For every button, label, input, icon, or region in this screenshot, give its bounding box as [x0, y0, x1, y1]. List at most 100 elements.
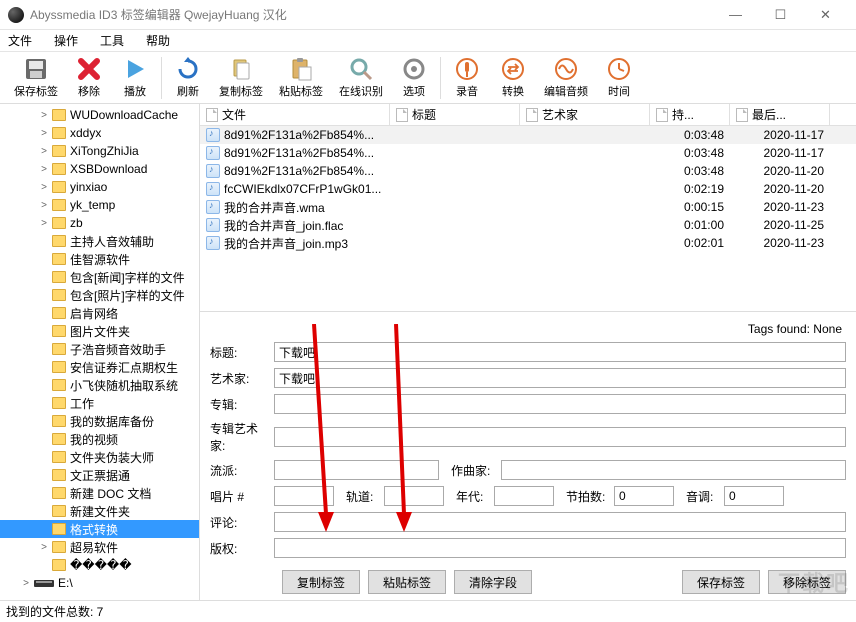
- tree-node[interactable]: 新建文件夹: [0, 502, 199, 520]
- tree-node[interactable]: �����: [0, 556, 199, 574]
- input-album[interactable]: [274, 394, 846, 414]
- folder-icon: [52, 199, 66, 211]
- expand-icon[interactable]: >: [20, 578, 32, 589]
- col-title[interactable]: 标题: [390, 104, 520, 125]
- clear-fields-button[interactable]: 清除字段: [454, 570, 532, 594]
- table-row[interactable]: 8d91%2F131a%2Fb854%...0:03:482020-11-17: [200, 144, 856, 162]
- table-row[interactable]: 8d91%2F131a%2Fb854%...0:03:482020-11-17: [200, 126, 856, 144]
- toolbar-paste[interactable]: 粘贴标签: [271, 54, 331, 101]
- menu-help[interactable]: 帮助: [146, 32, 170, 49]
- table-row[interactable]: 我的合并声音.wma0:00:152020-11-23: [200, 198, 856, 216]
- remove-tags-button[interactable]: 移除标签: [768, 570, 846, 594]
- input-disc[interactable]: [274, 486, 334, 506]
- toolbar-copy[interactable]: 复制标签: [211, 54, 271, 101]
- tree-node[interactable]: >XSBDownload: [0, 160, 199, 178]
- cell-modified: 2020-11-17: [730, 128, 830, 142]
- tree-node[interactable]: 我的视频: [0, 430, 199, 448]
- tree-node[interactable]: 图片文件夹: [0, 322, 199, 340]
- tree-node[interactable]: 包含[照片]字样的文件: [0, 286, 199, 304]
- input-key[interactable]: [724, 486, 784, 506]
- table-row[interactable]: 我的合并声音_join.flac0:01:002020-11-25: [200, 216, 856, 234]
- paste-tags-button[interactable]: 粘贴标签: [368, 570, 446, 594]
- input-genre[interactable]: [274, 460, 439, 480]
- input-track[interactable]: [384, 486, 444, 506]
- folder-icon: [52, 469, 66, 481]
- tree-node[interactable]: 文正票据通: [0, 466, 199, 484]
- file-grid: 文件 标题 艺术家 持... 最后... 8d91%2F131a%2Fb854%…: [200, 104, 856, 312]
- toolbar-time[interactable]: 时间: [596, 54, 642, 101]
- tree-node[interactable]: 安信证券汇点期权生: [0, 358, 199, 376]
- input-artist[interactable]: [274, 368, 846, 388]
- folder-icon: [52, 415, 66, 427]
- folder-icon: [52, 559, 66, 571]
- toolbar-online[interactable]: 在线识别: [331, 54, 391, 101]
- save-tags-button[interactable]: 保存标签: [682, 570, 760, 594]
- toolbar-play[interactable]: 播放: [112, 54, 158, 101]
- col-modified[interactable]: 最后...: [730, 104, 830, 125]
- folder-tree[interactable]: >WUDownloadCache>xddyx>XiTongZhiJia>XSBD…: [0, 104, 200, 600]
- toolbar-record[interactable]: 录音: [444, 54, 490, 101]
- input-bpm[interactable]: [614, 486, 674, 506]
- menu-tools[interactable]: 工具: [100, 32, 124, 49]
- expand-icon[interactable]: >: [38, 218, 50, 229]
- drive-icon: [34, 580, 54, 587]
- expand-icon[interactable]: >: [38, 128, 50, 139]
- table-row[interactable]: 8d91%2F131a%2Fb854%...0:03:482020-11-20: [200, 162, 856, 180]
- toolbar-editaudio[interactable]: 编辑音频: [536, 54, 596, 101]
- toolbar-options[interactable]: 选项: [391, 54, 437, 101]
- close-button[interactable]: ✕: [803, 0, 848, 30]
- toolbar-remove[interactable]: 移除: [66, 54, 112, 101]
- menu-file[interactable]: 文件: [8, 32, 32, 49]
- tree-node[interactable]: >E:\: [0, 574, 199, 592]
- expand-icon[interactable]: >: [38, 110, 50, 121]
- tree-node[interactable]: >zb: [0, 214, 199, 232]
- toolbar-convert[interactable]: 转换: [490, 54, 536, 101]
- tags-found-label: Tags found: None: [210, 320, 846, 342]
- tree-node[interactable]: >yk_temp: [0, 196, 199, 214]
- tree-node[interactable]: >WUDownloadCache: [0, 106, 199, 124]
- maximize-button[interactable]: ☐: [758, 0, 803, 30]
- tree-node[interactable]: 新建 DOC 文档: [0, 484, 199, 502]
- copy-tags-button[interactable]: 复制标签: [282, 570, 360, 594]
- input-copyright[interactable]: [274, 538, 846, 558]
- menu-operate[interactable]: 操作: [54, 32, 78, 49]
- tree-node[interactable]: >超易软件: [0, 538, 199, 556]
- tree-node[interactable]: 子浩音频音效助手: [0, 340, 199, 358]
- tree-node[interactable]: 我的数据库备份: [0, 412, 199, 430]
- expand-icon[interactable]: >: [38, 182, 50, 193]
- tree-node[interactable]: 启肯网络: [0, 304, 199, 322]
- toolbar-refresh[interactable]: 刷新: [165, 54, 211, 101]
- tree-node[interactable]: 包含[新闻]字样的文件: [0, 268, 199, 286]
- col-file[interactable]: 文件: [200, 104, 390, 125]
- table-row[interactable]: 我的合并声音_join.mp30:02:012020-11-23: [200, 234, 856, 252]
- col-duration[interactable]: 持...: [650, 104, 730, 125]
- tree-node[interactable]: 主持人音效辅助: [0, 232, 199, 250]
- tree-node[interactable]: 格式转换: [0, 520, 199, 538]
- input-composer[interactable]: [501, 460, 846, 480]
- expand-icon[interactable]: >: [38, 146, 50, 157]
- input-comment[interactable]: [274, 512, 846, 532]
- table-row[interactable]: fcCWIEkdlx07CFrP1wGk01...0:02:192020-11-…: [200, 180, 856, 198]
- folder-icon: [52, 289, 66, 301]
- input-albumartist[interactable]: [274, 427, 846, 447]
- minimize-button[interactable]: —: [713, 0, 758, 30]
- tree-node[interactable]: 佳智源软件: [0, 250, 199, 268]
- tree-label: 我的数据库备份: [70, 413, 154, 430]
- input-year[interactable]: [494, 486, 554, 506]
- tree-node[interactable]: >xddyx: [0, 124, 199, 142]
- grid-body[interactable]: 8d91%2F131a%2Fb854%...0:03:482020-11-178…: [200, 126, 856, 311]
- col-artist[interactable]: 艺术家: [520, 104, 650, 125]
- expand-icon[interactable]: >: [38, 542, 50, 553]
- app-icon: [8, 7, 24, 23]
- input-title[interactable]: [274, 342, 846, 362]
- toolbar-save[interactable]: 保存标签: [6, 54, 66, 101]
- expand-icon[interactable]: >: [38, 164, 50, 175]
- expand-icon[interactable]: >: [38, 200, 50, 211]
- tree-node[interactable]: 工作: [0, 394, 199, 412]
- status-bar: 找到的文件总数: 7: [0, 600, 856, 622]
- tree-node[interactable]: >yinxiao: [0, 178, 199, 196]
- tree-node[interactable]: 文件夹伪装大师: [0, 448, 199, 466]
- tree-node[interactable]: 小飞侠随机抽取系统: [0, 376, 199, 394]
- tree-node[interactable]: >XiTongZhiJia: [0, 142, 199, 160]
- cell-duration: 0:03:48: [650, 146, 730, 160]
